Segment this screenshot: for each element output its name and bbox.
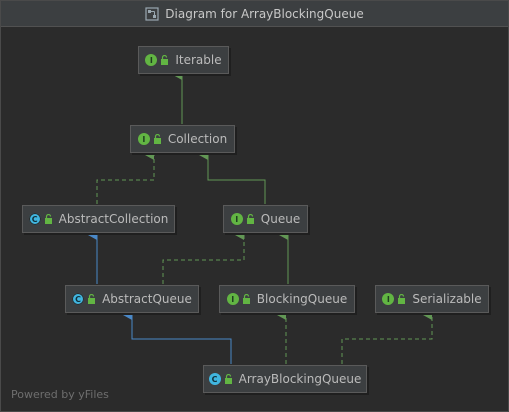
- powered-by-label: Powered by yFiles: [11, 388, 109, 401]
- window-title: Diagram for ArrayBlockingQueue: [165, 6, 364, 21]
- lock-icon: [242, 294, 250, 304]
- edge-arrayblockingqueue-serializable: [341, 310, 433, 364]
- edge-queue-collection: [199, 150, 266, 204]
- node-collection[interactable]: I Collection: [130, 125, 235, 153]
- lock-icon: [153, 134, 161, 144]
- interface-icon: I: [226, 293, 239, 305]
- node-label: ArrayBlockingQueue: [238, 372, 362, 386]
- node-queue[interactable]: I Queue: [223, 205, 308, 233]
- lock-icon: [398, 294, 406, 304]
- node-label: AbstractQueue: [102, 292, 192, 306]
- lock-icon: [161, 55, 169, 65]
- node-serializable[interactable]: I Serializable: [375, 285, 489, 313]
- interface-icon: I: [382, 293, 395, 305]
- lock-icon: [44, 214, 52, 224]
- node-iterable[interactable]: I Iterable: [138, 46, 229, 74]
- node-blocking-queue[interactable]: I BlockingQueue: [219, 285, 355, 313]
- node-array-blocking-queue[interactable]: C ArrayBlockingQueue: [203, 365, 367, 393]
- lock-icon: [224, 374, 232, 384]
- interface-icon: I: [145, 54, 158, 66]
- interface-icon: I: [137, 133, 150, 145]
- lock-icon: [88, 294, 96, 304]
- node-label: Serializable: [412, 292, 482, 306]
- node-abstract-collection[interactable]: C AbstractCollection: [22, 205, 175, 233]
- interface-icon: I: [230, 213, 243, 225]
- edge-abstractcollection-collection: [96, 150, 155, 204]
- diagram-icon: [145, 6, 159, 21]
- diagram-window: Diagram for ArrayBlockingQueue I Iterabl…: [0, 0, 509, 412]
- lock-icon: [246, 214, 254, 224]
- node-label: Collection: [167, 132, 228, 146]
- edge-arrayblockingqueue-abstractqueue: [123, 310, 232, 364]
- abstract-class-icon: C: [72, 293, 85, 305]
- node-label: Queue: [260, 212, 301, 226]
- node-label: BlockingQueue: [256, 292, 348, 306]
- node-label: Iterable: [175, 53, 222, 67]
- edge-abstractqueue-queue: [162, 230, 245, 284]
- abstract-class-icon: C: [28, 213, 41, 225]
- node-label: AbstractCollection: [58, 212, 169, 226]
- node-abstract-queue[interactable]: C AbstractQueue: [65, 285, 199, 313]
- class-icon: C: [208, 373, 221, 385]
- diagram-canvas[interactable]: I Iterable I Collection C AbstractCollec…: [1, 27, 508, 411]
- title-bar: Diagram for ArrayBlockingQueue: [1, 1, 508, 27]
